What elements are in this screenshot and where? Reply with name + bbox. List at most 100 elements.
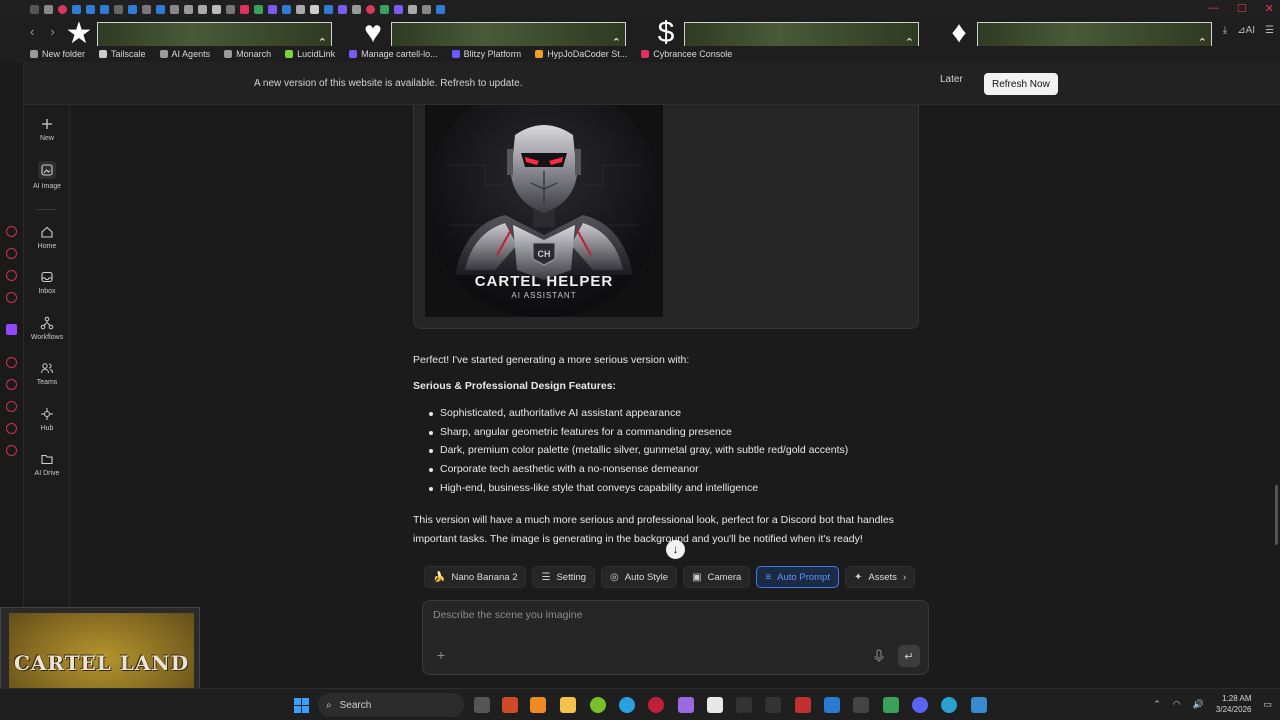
tab-favicon[interactable]: [408, 4, 417, 14]
tab-favicon[interactable]: [30, 4, 39, 14]
prompt-input[interactable]: [433, 609, 913, 633]
tab-favicon[interactable]: [212, 4, 221, 14]
sidebar-item-ai-image[interactable]: AI Image: [24, 161, 70, 190]
wifi-icon[interactable]: ◠: [1173, 699, 1181, 710]
tab-favicon[interactable]: [296, 4, 305, 14]
app-icon[interactable]: [971, 697, 987, 713]
volume-icon[interactable]: 🔊: [1193, 699, 1204, 710]
tab-favicon[interactable]: [44, 4, 53, 14]
ai-button[interactable]: ⊿AI: [1237, 25, 1255, 36]
add-attachment-button[interactable]: +: [437, 647, 445, 663]
tab-favicon[interactable]: [338, 4, 347, 14]
sidebar-item-new[interactable]: New: [24, 117, 70, 142]
diamond-icon[interactable]: ♦: [944, 16, 974, 49]
tab-favicon[interactable]: [310, 4, 319, 14]
tab-favicon[interactable]: [226, 4, 235, 14]
window-controls[interactable]: — ☐ ✕: [1208, 2, 1274, 15]
file-explorer-icon[interactable]: [560, 697, 576, 713]
tab-favicon[interactable]: [184, 4, 193, 14]
tab-favicon[interactable]: [86, 4, 95, 14]
nav-arrows[interactable]: ‹ ›: [30, 24, 55, 39]
extension-icon[interactable]: [6, 445, 17, 456]
tab-favicon[interactable]: [422, 4, 431, 14]
auto-style-button[interactable]: ◎ Auto Style: [601, 566, 678, 588]
app-icon[interactable]: [530, 697, 546, 713]
clock[interactable]: 1:28 AM 3/24/2026: [1216, 693, 1252, 715]
extension-icon[interactable]: [6, 379, 17, 390]
generated-image[interactable]: CH CARTEL HELPER AI ASSISTANT: [425, 105, 663, 317]
telegram-icon[interactable]: [619, 697, 635, 713]
app-icon[interactable]: [678, 697, 694, 713]
microphone-button[interactable]: [873, 649, 885, 663]
twitch-icon[interactable]: [6, 324, 17, 335]
model-selector[interactable]: 🍌 Nano Banana 2: [424, 566, 527, 588]
extension-icon[interactable]: [6, 270, 17, 281]
app-icon[interactable]: [795, 697, 811, 713]
scrollbar[interactable]: [1275, 485, 1278, 545]
bookmark-item[interactable]: HypJoDaCoder St...: [535, 49, 627, 59]
menu-icon[interactable]: ☰: [1265, 25, 1274, 36]
tab-favicon[interactable]: [324, 4, 333, 14]
tab-favicon[interactable]: [128, 4, 137, 14]
bookmark-item[interactable]: Manage cartell-lo...: [349, 49, 438, 59]
bookmark-item[interactable]: AI Agents: [159, 49, 210, 59]
refresh-now-button[interactable]: Refresh Now: [984, 73, 1058, 95]
extension-card[interactable]: ⌃: [97, 22, 332, 49]
bookmark-item[interactable]: Monarch: [224, 49, 271, 59]
sidebar-item-ai-drive[interactable]: AI Drive: [24, 452, 70, 477]
tab-favicon[interactable]: [240, 4, 249, 14]
assets-button[interactable]: ✦ Assets ›: [844, 566, 916, 588]
tab-favicon[interactable]: [58, 4, 67, 14]
taskview-icon[interactable]: [474, 697, 490, 713]
extension-card[interactable]: ⌃: [684, 22, 919, 49]
tab-favicon[interactable]: [282, 4, 291, 14]
app-icon[interactable]: [590, 697, 606, 713]
vscode-icon[interactable]: [824, 697, 840, 713]
sidebar-item-teams[interactable]: Teams: [24, 361, 70, 386]
extension-card[interactable]: ⌃: [977, 22, 1212, 49]
tab-favicon[interactable]: [142, 4, 151, 14]
heart-icon[interactable]: ♥: [358, 16, 388, 49]
sidebar-item-hub[interactable]: Hub: [24, 407, 70, 432]
sidebar-item-home[interactable]: Home: [24, 225, 70, 250]
tab-favicon[interactable]: [254, 4, 263, 14]
sidebar-item-inbox[interactable]: Inbox: [24, 270, 70, 295]
tab-favicon[interactable]: [72, 4, 81, 14]
extension-icon[interactable]: [6, 292, 17, 303]
tab-favicon[interactable]: [394, 4, 403, 14]
extension-icon[interactable]: [6, 248, 17, 259]
camera-button[interactable]: ▣ Camera: [683, 566, 751, 588]
tab-favicon[interactable]: [352, 4, 361, 14]
app-icon[interactable]: [765, 697, 781, 713]
maximize-icon[interactable]: ☐: [1237, 2, 1247, 15]
auto-prompt-toggle[interactable]: ≡ Auto Prompt: [756, 566, 839, 588]
bookmark-item[interactable]: Tailscale: [99, 49, 146, 59]
app-icon[interactable]: [853, 697, 869, 713]
browser-tab-strip[interactable]: — ☐ ✕: [0, 0, 1280, 18]
notepad-icon[interactable]: [707, 697, 723, 713]
app-icon[interactable]: [736, 697, 752, 713]
tab-favicon[interactable]: [114, 4, 123, 14]
extension-icon[interactable]: [6, 226, 17, 237]
discord-icon[interactable]: [912, 697, 928, 713]
browser-tools[interactable]: ⤓ ⊿AI ☰: [1223, 25, 1274, 36]
tab-favicon[interactable]: [156, 4, 165, 14]
app-icon[interactable]: [883, 697, 899, 713]
tab-favicon[interactable]: [268, 4, 277, 14]
extension-card[interactable]: ⌃: [391, 22, 626, 49]
forward-arrow-icon[interactable]: ›: [50, 24, 54, 39]
bookmark-item[interactable]: New folder: [30, 49, 85, 59]
taskbar-search[interactable]: ⌕ Search: [318, 693, 464, 717]
tab-favicon[interactable]: [170, 4, 179, 14]
notification-icon[interactable]: ▭: [1263, 699, 1272, 710]
opera-icon[interactable]: [648, 697, 664, 713]
system-tray[interactable]: ⌃ ◠ 🔊 1:28 AM 3/24/2026 ▭: [1153, 693, 1272, 715]
app-icon[interactable]: [502, 697, 518, 713]
bookmark-item[interactable]: LucidLink: [285, 49, 335, 59]
tab-favicon[interactable]: [198, 4, 207, 14]
send-button[interactable]: ↵: [898, 645, 920, 667]
tab-favicon[interactable]: [436, 4, 445, 14]
later-button[interactable]: Later: [940, 74, 963, 85]
bookmark-item[interactable]: Cybrancee Console: [641, 49, 732, 59]
back-arrow-icon[interactable]: ‹: [30, 24, 34, 39]
